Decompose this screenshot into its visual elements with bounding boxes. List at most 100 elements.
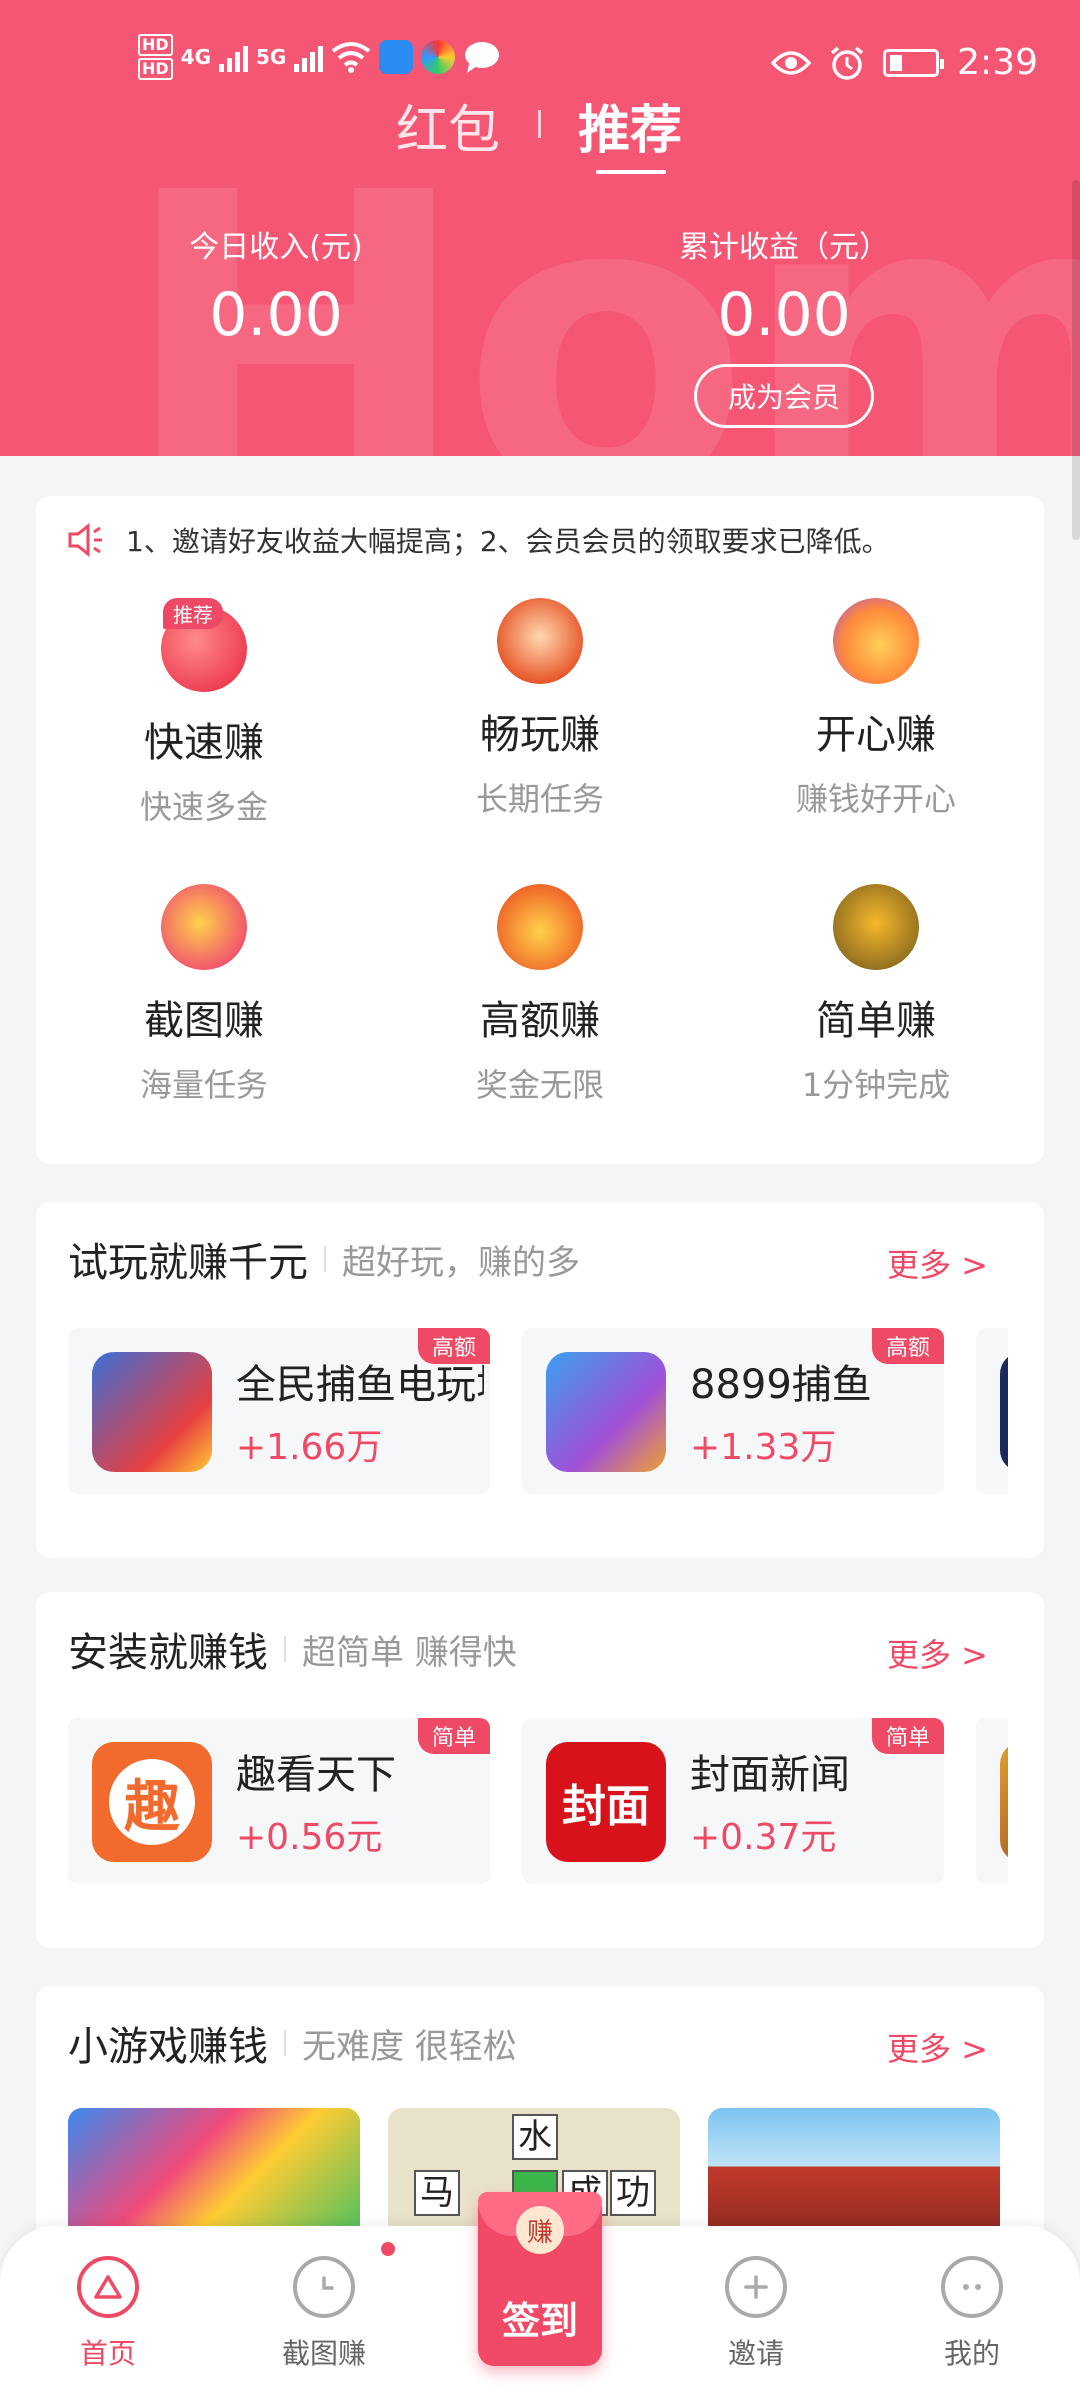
- section-subtitle: 超好玩，赚的多: [342, 1242, 580, 1283]
- more-link[interactable]: 更多 >: [887, 2024, 988, 2070]
- app-card-qukan[interactable]: 趣 趣看天下 +0.56元 简单: [68, 1718, 490, 1884]
- network-label-2: 5G: [256, 45, 287, 69]
- block-puzzle-game-thumb[interactable]: [68, 2108, 360, 2238]
- scrollbar[interactable]: [1072, 180, 1080, 540]
- nav-home[interactable]: 首页: [38, 2256, 178, 2372]
- today-income-stat: 今日收入(元) 0.00: [86, 222, 466, 350]
- section-header: 试玩就赚千元 超好玩，赚的多: [68, 1230, 580, 1288]
- trial-play-section: 试玩就赚千元 超好玩，赚的多 更多 > 全民捕鱼电玩城 +1.66万 高额 88…: [36, 1202, 1044, 1558]
- red-envelope-icon: 推荐: [161, 598, 247, 692]
- grid-item-title: 截图赚: [144, 998, 264, 1044]
- alarm-icon: [831, 46, 864, 80]
- grid-item-subtitle: 快速多金: [139, 788, 268, 826]
- nav-label: 我的: [943, 2337, 1000, 2370]
- section-title: 试玩就赚千元: [68, 1240, 308, 1286]
- hd-label-1: HD: [138, 34, 173, 56]
- earn-categories-card: 1、邀请好友收益大幅提高；2、会员会员的领取要求已降低。 推荐 快速赚 快速多金…: [36, 496, 1044, 1164]
- notice-bar[interactable]: 1、邀请好友收益大幅提高；2、会员会员的领取要求已降低。: [66, 520, 890, 560]
- app-card-partial[interactable]: [976, 1328, 1008, 1494]
- grid-item-title: 快速赚: [144, 720, 264, 766]
- install-earn-section: 安装就赚钱 超简单 赚得快 更多 > 趣 趣看天下 +0.56元 简单 封面 封…: [36, 1592, 1044, 1948]
- app-reward: +1.33万: [690, 1427, 837, 1468]
- grid-item-subtitle: 奖金无限: [475, 1066, 604, 1104]
- section-subtitle: 超简单 赚得快: [302, 1632, 517, 1673]
- chat-bubble-icon: [465, 42, 500, 73]
- section-subtitle: 无难度 很轻松: [302, 2026, 517, 2067]
- tab-tuijian[interactable]: 推荐: [578, 88, 682, 163]
- grid-item-gaoe[interactable]: 高额赚 奖金无限: [372, 884, 708, 1106]
- qukan-app-icon: 趣: [92, 1742, 212, 1862]
- section-title: 小游戏赚钱: [68, 2024, 268, 2070]
- nav-screenshot-earn[interactable]: 截图赚: [254, 2256, 394, 2372]
- eye-icon: [771, 50, 812, 75]
- grid-item-subtitle: 长期任务: [475, 780, 604, 818]
- clock-time: 2:39: [957, 42, 1038, 83]
- fishing-8899-icon: [546, 1352, 666, 1472]
- grid-item-subtitle: 1分钟完成: [801, 1066, 951, 1104]
- word-tile: 水: [512, 2114, 558, 2160]
- app-card-fengmian[interactable]: 封面 封面新闻 +0.37元 简单: [522, 1718, 944, 1884]
- app-reward: +0.37元: [690, 1817, 837, 1858]
- more-link[interactable]: 更多 >: [887, 1240, 988, 1286]
- nav-label: 首页: [79, 2337, 136, 2370]
- grid-item-subtitle: 赚钱好开心: [795, 780, 956, 818]
- app-reward: +1.66万: [236, 1427, 383, 1468]
- grid-item-changwan[interactable]: 畅玩赚 长期任务: [372, 598, 708, 820]
- farm-game-thumb[interactable]: [708, 2108, 1000, 2238]
- app-tag: 简单: [871, 1718, 944, 1754]
- app-carousel[interactable]: 全民捕鱼电玩城 +1.66万 高额 8899捕鱼 +1.33万 高额: [68, 1328, 1008, 1498]
- grid-item-title: 高额赚: [480, 998, 600, 1044]
- grid-item-title: 简单赚: [816, 998, 936, 1044]
- grid-item-title: 畅玩赚: [480, 712, 600, 758]
- app-tag: 高额: [417, 1328, 490, 1364]
- clock-icon: [293, 2256, 355, 2318]
- app-card-buyu[interactable]: 全民捕鱼电玩城 +1.66万 高额: [68, 1328, 490, 1494]
- checkin-coin-icon: 赚: [516, 2206, 564, 2254]
- grid-item-subtitle: 海量任务: [139, 1066, 268, 1104]
- total-earnings-label: 累计收益（元）: [679, 230, 889, 265]
- coins-icon: [161, 884, 247, 970]
- signal-icon: [219, 42, 249, 72]
- top-tabs: 红包 推荐: [0, 82, 1080, 182]
- nav-label: 截图赚: [281, 2337, 366, 2370]
- section-title: 安装就赚钱: [68, 1630, 268, 1676]
- nav-invite[interactable]: 邀请: [686, 2256, 826, 2372]
- become-member-button[interactable]: 成为会员: [694, 364, 874, 428]
- today-income-value: 0.00: [209, 280, 343, 350]
- speaker-icon: [68, 522, 102, 558]
- hd-indicator: HD HD: [138, 34, 173, 80]
- signal-icon-2: [294, 42, 324, 72]
- app-reward: +0.56元: [236, 1817, 383, 1858]
- app-card-partial[interactable]: [976, 1718, 1008, 1884]
- app-icon-partial: [1000, 1742, 1008, 1862]
- active-tab-indicator: [596, 170, 666, 174]
- game-character-icon: [833, 884, 919, 970]
- nav-label: 邀请: [727, 2337, 784, 2370]
- app-icon-partial: [1000, 1352, 1008, 1472]
- tab-hongbao[interactable]: 红包: [396, 88, 500, 163]
- fortune-god-icon: [497, 598, 583, 684]
- more-link[interactable]: 更多 >: [887, 1630, 988, 1676]
- header-banner: Hom HD HD 4G 5G 2:39 红包 推荐 今日收入(元) 0.00 …: [0, 0, 1080, 456]
- grid-item-jiandan[interactable]: 简单赚 1分钟完成: [708, 884, 1044, 1106]
- app-tag: 高额: [871, 1328, 944, 1364]
- section-divider: [324, 1246, 326, 1272]
- status-left: HD HD 4G 5G: [138, 34, 501, 80]
- wifi-icon: [332, 42, 371, 73]
- qukan-icon-text: 趣: [109, 1759, 195, 1845]
- grid-item-jietu[interactable]: 截图赚 海量任务: [36, 884, 372, 1106]
- grid-item-kuaisu[interactable]: 推荐 快速赚 快速多金: [36, 598, 372, 828]
- grid-item-kaixin[interactable]: 开心赚 赚钱好开心: [708, 598, 1044, 820]
- app-card-8899[interactable]: 8899捕鱼 +1.33万 高额: [522, 1328, 944, 1494]
- battery-icon: [883, 48, 945, 77]
- home-triangle-icon: [77, 2256, 139, 2318]
- app-notification-icon-2: [421, 40, 456, 74]
- section-header: 小游戏赚钱 无难度 很轻松: [68, 2014, 517, 2072]
- app-carousel[interactable]: 趣 趣看天下 +0.56元 简单 封面 封面新闻 +0.37元 简单: [68, 1718, 1008, 1888]
- notification-dot: [381, 2242, 395, 2256]
- tab-divider: [538, 110, 541, 138]
- app-tag: 简单: [417, 1718, 490, 1754]
- nav-mine[interactable]: 我的: [902, 2256, 1042, 2372]
- checkin-button[interactable]: 赚 签到: [478, 2192, 602, 2366]
- network-label-1: 4G: [180, 45, 212, 69]
